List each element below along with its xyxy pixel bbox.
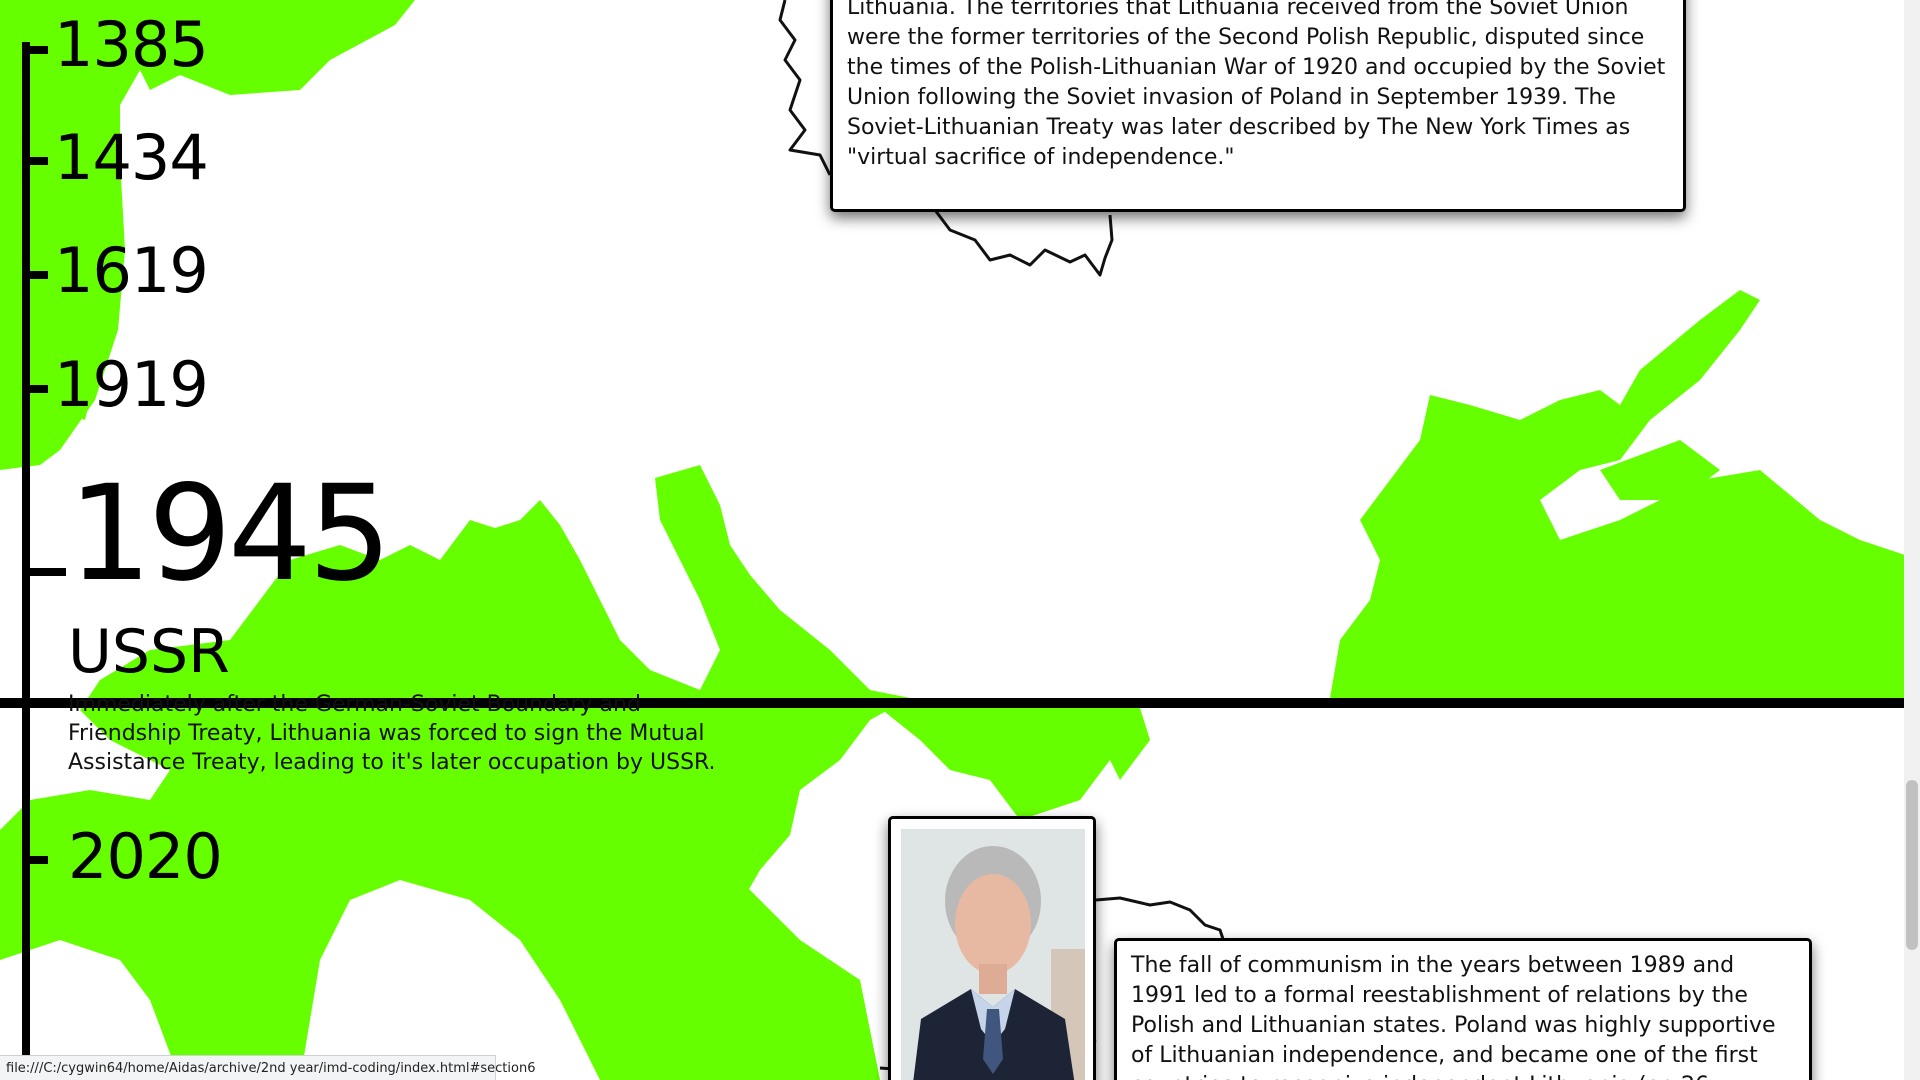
timeline-tick-1619 [22,271,48,279]
info-card-top: territory in the Vilnius Region in retur… [830,0,1686,212]
timeline-tick-1434 [22,157,48,165]
timeline-year-1619[interactable]: 1619 [54,240,209,302]
timeline-tick-1385 [22,46,48,54]
land-scandinavia-south [880,708,1120,820]
info-card-top-text: territory in the Vilnius Region in retur… [847,0,1666,170]
section-description: Immediately after the German-Soviet Boun… [68,692,716,775]
timeline-year-1919[interactable]: 1919 [54,354,209,416]
timeline-axis [22,42,30,1080]
browser-status-bar: file:///C:/cygwin64/home/Aidas/archive/2… [0,1055,535,1080]
land-east-lower [1100,708,1150,780]
portrait-photo [901,829,1085,1080]
timeline-tick-1945 [22,568,66,576]
info-card-bottom: The fall of communism in the years betwe… [1114,938,1812,1080]
timeline-tick-1919 [22,385,48,393]
timeline-tick-2020 [22,856,48,864]
scrollbar-thumb[interactable] [1906,780,1918,950]
timeline-year-1434[interactable]: 1434 [54,127,209,189]
section-title: USSR [68,617,230,687]
portrait-card [888,816,1096,1080]
timeline-year-1945-active[interactable]: 1945 [68,468,392,600]
page-canvas: 1385 1434 1619 1919 1945 2020 USSR Immed… [0,0,1920,1080]
info-card-bottom-text: The fall of communism in the years betwe… [1131,953,1776,1080]
timeline-year-1385[interactable]: 1385 [54,14,209,76]
timeline-year-2020[interactable]: 2020 [68,826,223,888]
